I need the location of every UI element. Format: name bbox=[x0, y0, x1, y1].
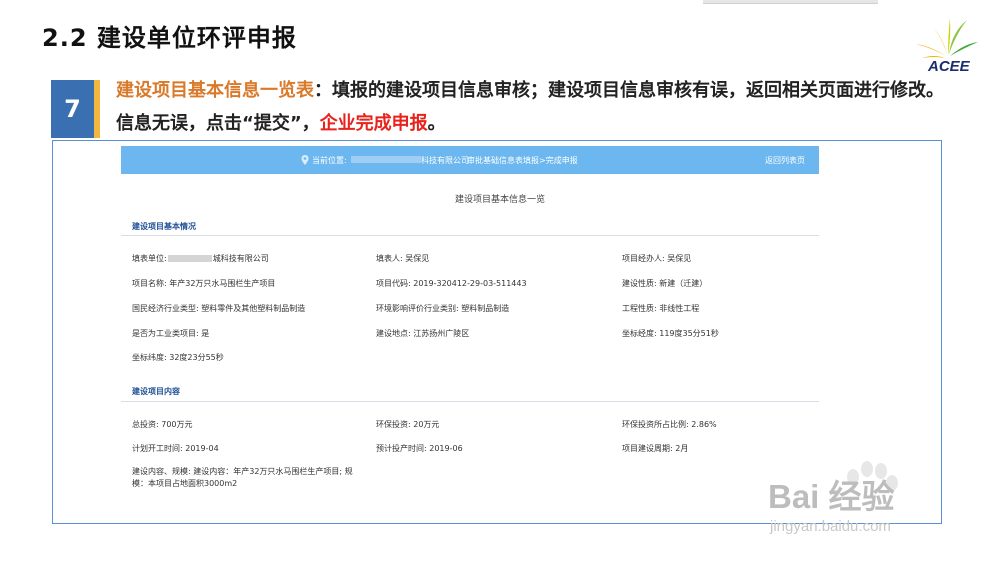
construction-period-field: 项目建设周期: 2月 bbox=[622, 444, 689, 453]
description-red-text: 企业完成申报 bbox=[319, 113, 428, 134]
breadcrumb-bar: 当前位置: 科技有限公司 审批基础信息表填报>完成申报 返回列表页 bbox=[121, 146, 819, 174]
redacted-filler-name bbox=[167, 255, 212, 262]
engineering-nature-field: 工程性质: 非线性工程 bbox=[622, 304, 700, 313]
filler-unit-label: 填表单位: bbox=[132, 254, 167, 263]
basic-section-title: 建设项目基本情况 bbox=[132, 222, 196, 231]
total-investment-field: 总投资: 700万元 bbox=[132, 420, 193, 429]
project-code-field: 项目代码: 2019-320412-29-03-511443 bbox=[376, 279, 527, 288]
location-label: 当前位置: bbox=[312, 156, 347, 165]
location-field: 建设地点: 江苏扬州广陵区 bbox=[376, 329, 470, 338]
step-description: 建设项目基本信息一览表：填报的建设项目信息审核；建设项目信息审核有误，返回相关页… bbox=[116, 74, 956, 140]
location-pin-icon bbox=[301, 155, 309, 165]
env-ratio-field: 环保投资所占比例: 2.86% bbox=[622, 420, 717, 429]
production-time-field: 预计投产时间: 2019-06 bbox=[376, 444, 463, 453]
breadcrumb-path[interactable]: 审批基础信息表填报>完成申报 bbox=[467, 155, 578, 166]
content-section-title: 建设项目内容 bbox=[132, 387, 180, 396]
description-highlight: 建设项目基本信息一览表 bbox=[116, 80, 314, 101]
manager-field: 项目经办人: 吴保见 bbox=[622, 254, 692, 263]
back-to-list-link[interactable]: 返回列表页 bbox=[765, 155, 805, 166]
construction-nature-field: 建设性质: 新建（迁建） bbox=[622, 279, 708, 288]
slide-title: 2.2 建设单位环评申报 bbox=[42, 24, 297, 52]
filler-person-field: 填表人: 吴保见 bbox=[376, 254, 430, 263]
section-divider bbox=[121, 401, 819, 402]
section-divider bbox=[121, 235, 819, 236]
breadcrumb-company[interactable]: 科技有限公司 bbox=[421, 155, 469, 166]
latitude-field: 坐标纬度: 32度23分55秒 bbox=[132, 353, 224, 362]
industrial-project-field: 是否为工业类项目: 是 bbox=[132, 329, 210, 338]
industry-type-field: 国民经济行业类型: 塑料零件及其他塑料制品制造 bbox=[132, 304, 306, 313]
watermark-text: Bai 经验 bbox=[768, 478, 895, 515]
start-time-field: 计划开工时间: 2019-04 bbox=[132, 444, 219, 453]
step-number-badge: 7 bbox=[51, 80, 94, 138]
top-window-edge bbox=[703, 0, 878, 4]
env-investment-field: 环保投资: 20万元 bbox=[376, 420, 440, 429]
project-name-field: 项目名称: 年产32万只水马围栏生产项目 bbox=[132, 279, 276, 288]
filler-unit-value: 城科技有限公司 bbox=[212, 254, 269, 263]
redacted-company-name bbox=[351, 156, 421, 163]
description-end: 。 bbox=[427, 113, 446, 134]
watermark-url: jingyan.baidu.com bbox=[770, 518, 891, 535]
step-accent-strip bbox=[94, 80, 100, 138]
construction-content-field: 建设内容、规模: 建设内容：年产32万只水马围栏生产项目; 规模：本项目占地面积… bbox=[132, 467, 353, 488]
eia-industry-field: 环境影响评价行业类别: 塑料制品制造 bbox=[376, 304, 510, 313]
logo-text: ACEE bbox=[928, 58, 970, 75]
longitude-field: 坐标经度: 119度35分51秒 bbox=[622, 329, 719, 338]
page-title: 建设项目基本信息一览 bbox=[454, 195, 545, 205]
filler-unit-field: 填表单位: 城科技有限公司 bbox=[132, 253, 269, 264]
